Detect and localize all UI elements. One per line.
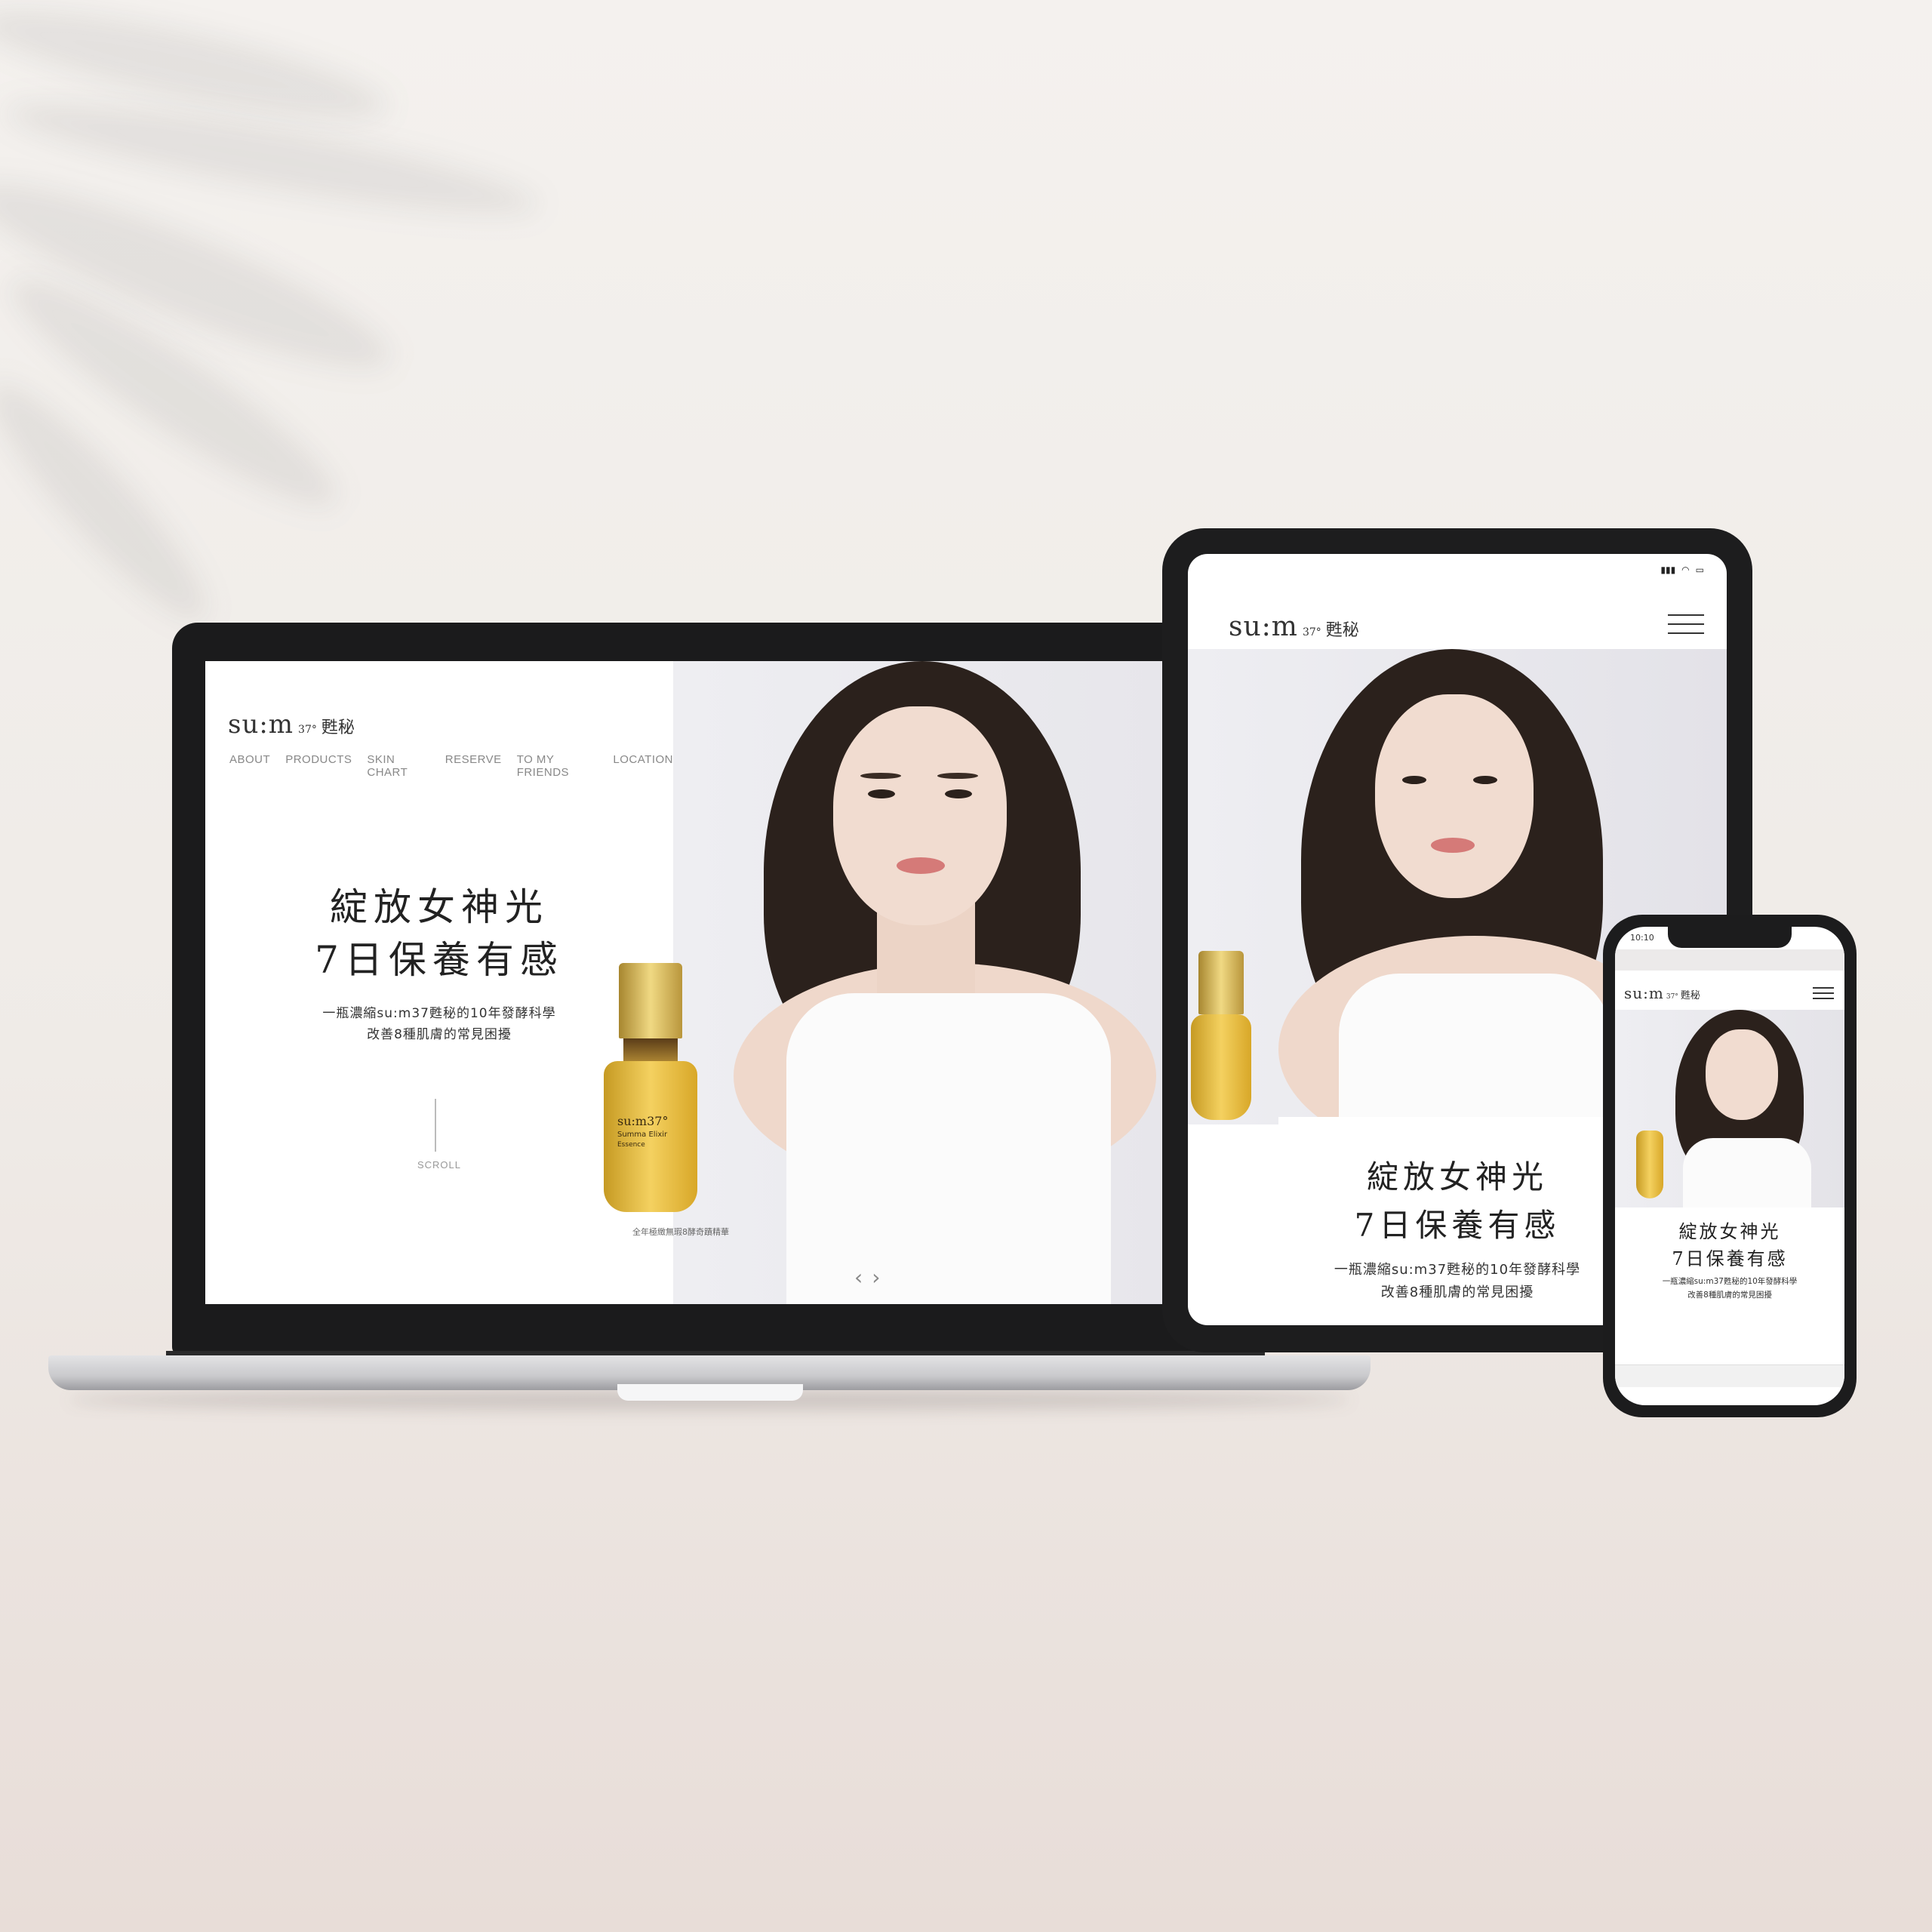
phone-logo-cn: 甦秘 — [1680, 990, 1700, 1001]
logo-mark: 37° — [298, 724, 317, 736]
model-eye-left — [868, 789, 895, 798]
tablet-logo[interactable]: su:m 37° 甦秘 — [1229, 611, 1359, 642]
phone-time: 10:10 — [1630, 933, 1654, 943]
nav-item-reserve[interactable]: RESERVE — [445, 753, 502, 779]
tablet-status-bar: ▮▮▮ ◠ ▭ — [1660, 565, 1704, 575]
hero-image: ‹ › — [673, 661, 1232, 1304]
nav-item-to-my-friends[interactable]: TO MY FRIENDS — [517, 753, 598, 779]
tablet-logo-cn: 甦秘 — [1325, 621, 1359, 640]
phone-notch — [1668, 927, 1792, 948]
carousel-controls: ‹ › — [854, 1265, 880, 1290]
carousel-prev-icon[interactable]: ‹ — [854, 1265, 863, 1290]
phone-logo-text: su:m — [1624, 984, 1664, 1002]
phone-hero-title-line2: 7日保養有感 — [1672, 1248, 1788, 1269]
product-bottle: su:m37° Summa Elixir Essence — [598, 963, 703, 1212]
tablet-logo-mark: 37° — [1302, 626, 1321, 638]
model-brow-right — [937, 773, 978, 779]
phone-hero-subtitle-line2: 改善8種肌膚的常見困擾 — [1687, 1291, 1772, 1300]
phone-hero-title-line1: 綻放女神光 — [1678, 1221, 1781, 1242]
hamburger-menu-icon[interactable] — [1668, 614, 1704, 634]
nav-item-about[interactable]: ABOUT — [229, 753, 270, 779]
laptop-screen: su:m 37° 甦秘 ABOUT PRODUCTS SKIN CHART RE… — [205, 661, 1232, 1304]
phone-hamburger-menu-icon[interactable] — [1813, 987, 1834, 999]
tablet-hero-title-line1: 綻放女神光 — [1366, 1158, 1548, 1195]
tablet-logo-text: su:m — [1229, 611, 1298, 642]
tablet-model-face — [1375, 694, 1534, 898]
tablet-hero-subtitle-line2: 改善8種肌膚的常見困擾 — [1380, 1284, 1534, 1300]
phone-browser-toolbar — [1615, 1364, 1844, 1387]
tablet-model-eye-left — [1402, 776, 1426, 784]
bottle-name: Summa Elixir — [617, 1131, 668, 1139]
product-caption: 全年極緻無瑕8酵奇蹟精華 — [632, 1227, 729, 1237]
phone-screen: 10:10 su:m 37° 甦秘 綻放女神光 7日保養有感 一瓶濃縮su:m3… — [1615, 927, 1844, 1405]
bottle-brand: su:m37° — [617, 1114, 669, 1128]
model-eye-right — [945, 789, 972, 798]
bottle-type: Essence — [617, 1141, 645, 1149]
phone-hero-image — [1615, 1010, 1844, 1208]
phone-model-top — [1683, 1138, 1811, 1208]
logo-cn: 甦秘 — [321, 718, 355, 737]
tablet-bottle-cap — [1198, 951, 1244, 1014]
tablet-hero-subtitle-line1: 一瓶濃縮su:m37甦秘的10年發酵科學 — [1334, 1262, 1581, 1278]
tablet-model-lips — [1431, 838, 1475, 853]
phone-browser-bar — [1615, 949, 1844, 971]
model-face — [833, 706, 1007, 925]
phone-logo[interactable]: su:m 37° 甦秘 — [1624, 984, 1700, 1002]
model-lips — [897, 857, 945, 874]
model-top — [786, 993, 1111, 1304]
hero-title-line1: 綻放女神光 — [330, 885, 549, 929]
tablet-hero-title-line2: 7日保養有感 — [1354, 1207, 1561, 1244]
tablet-bottle-body — [1191, 1014, 1251, 1120]
signal-icon: ▮▮▮ — [1660, 565, 1676, 575]
phone-model-face — [1706, 1029, 1778, 1120]
logo-text: su:m — [228, 709, 294, 740]
main-nav: ABOUT PRODUCTS SKIN CHART RESERVE TO MY … — [229, 753, 673, 779]
model-brow-left — [860, 773, 901, 779]
battery-icon: ▭ — [1695, 565, 1704, 575]
wifi-icon: ◠ — [1681, 565, 1690, 575]
laptop-trackpad-notch — [617, 1384, 803, 1401]
nav-item-skin-chart[interactable]: SKIN CHART — [367, 753, 429, 779]
bottle-cap — [619, 963, 682, 1038]
phone-logo-mark: 37° — [1666, 993, 1678, 1001]
carousel-next-icon[interactable]: › — [872, 1265, 880, 1290]
scroll-line — [435, 1099, 436, 1152]
phone-bottle — [1636, 1131, 1663, 1198]
nav-item-location[interactable]: LOCATION — [613, 753, 673, 779]
site-logo[interactable]: su:m 37° 甦秘 — [228, 709, 355, 740]
phone-hero-subtitle-line1: 一瓶濃縮su:m37甦秘的10年發酵科學 — [1662, 1277, 1798, 1286]
tablet-model-top — [1339, 974, 1611, 1124]
nav-item-products[interactable]: PRODUCTS — [285, 753, 352, 779]
tablet-model-eye-right — [1473, 776, 1497, 784]
